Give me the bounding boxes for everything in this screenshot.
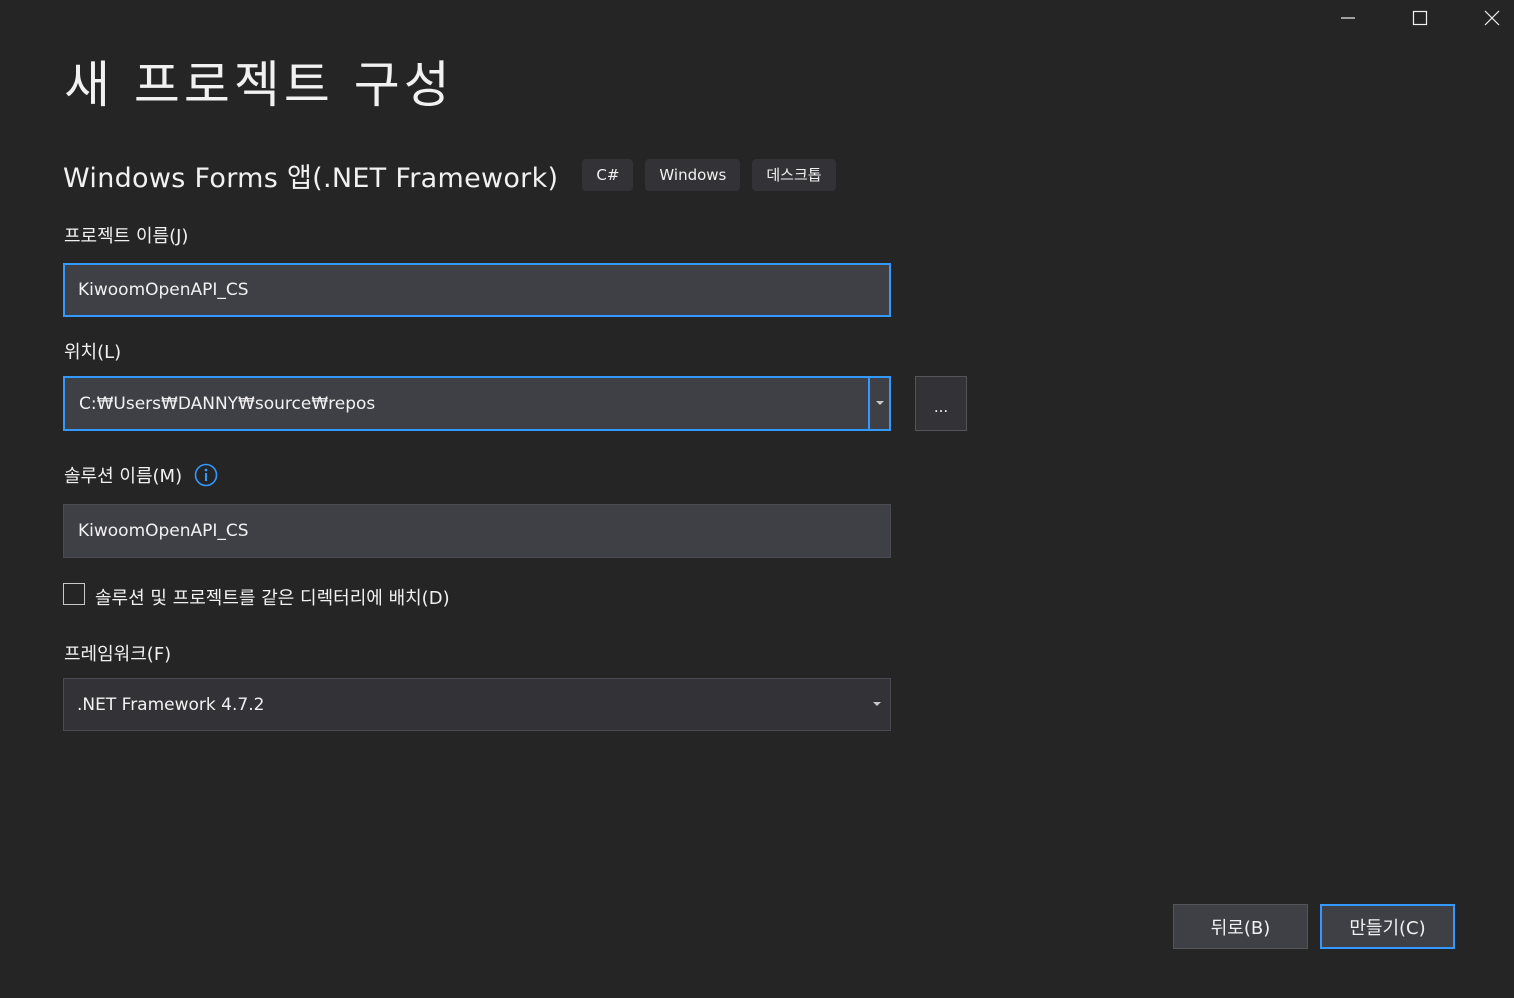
location-combobox[interactable]: C:₩Users₩DANNY₩source₩repos (63, 376, 891, 431)
page-title: 새 프로젝트 구성 (64, 56, 454, 114)
chevron-down-icon (873, 702, 881, 706)
framework-selected-value[interactable]: .NET Framework 4.7.2 (77, 695, 867, 715)
project-name-input[interactable] (78, 280, 876, 300)
framework-dropdown-button[interactable] (867, 702, 887, 707)
minimize-icon (1341, 17, 1355, 19)
solution-name-field[interactable] (63, 504, 891, 558)
create-button[interactable]: 만들기(C) (1320, 904, 1455, 949)
chevron-down-icon (875, 401, 884, 405)
maximize-icon (1412, 10, 1428, 26)
maximize-button[interactable] (1397, 0, 1443, 36)
template-info: Windows Forms 앱(.NET Framework) C# Windo… (63, 158, 848, 194)
configure-project-window: 새 프로젝트 구성 Windows Forms 앱(.NET Framework… (0, 0, 1514, 998)
minimize-button[interactable] (1325, 0, 1371, 36)
framework-select[interactable]: .NET Framework 4.7.2 (63, 678, 891, 731)
back-button[interactable]: 뒤로(B) (1173, 904, 1308, 949)
same-directory-option[interactable]: 솔루션 및 프로젝트를 같은 디렉터리에 배치(D) (63, 578, 450, 610)
tag-project-type: 데스크톱 (752, 159, 836, 191)
browse-button[interactable]: ... (915, 376, 967, 431)
framework-label: 프레임워크(F) (64, 644, 172, 665)
location-label: 위치(L) (64, 342, 122, 363)
location-dropdown-button[interactable] (868, 378, 889, 429)
location-value[interactable]: C:₩Users₩DANNY₩source₩repos (65, 378, 868, 429)
project-name-label: 프로젝트 이름(J) (64, 226, 189, 247)
close-button[interactable] (1469, 0, 1514, 36)
tag-language: C# (582, 159, 634, 191)
solution-name-label: 솔루션 이름(M) (64, 466, 183, 487)
same-directory-label[interactable]: 솔루션 및 프로젝트를 같은 디렉터리에 배치(D) (95, 584, 450, 610)
solution-name-input[interactable] (78, 521, 876, 541)
close-icon (1484, 10, 1500, 26)
project-name-field[interactable] (63, 263, 891, 317)
solution-name-label-row: 솔루션 이름(M) (64, 462, 218, 488)
same-directory-checkbox[interactable] (63, 583, 85, 605)
info-icon[interactable] (194, 463, 218, 487)
template-name: Windows Forms 앱(.NET Framework) (63, 162, 559, 194)
tag-platform: Windows (645, 159, 741, 191)
